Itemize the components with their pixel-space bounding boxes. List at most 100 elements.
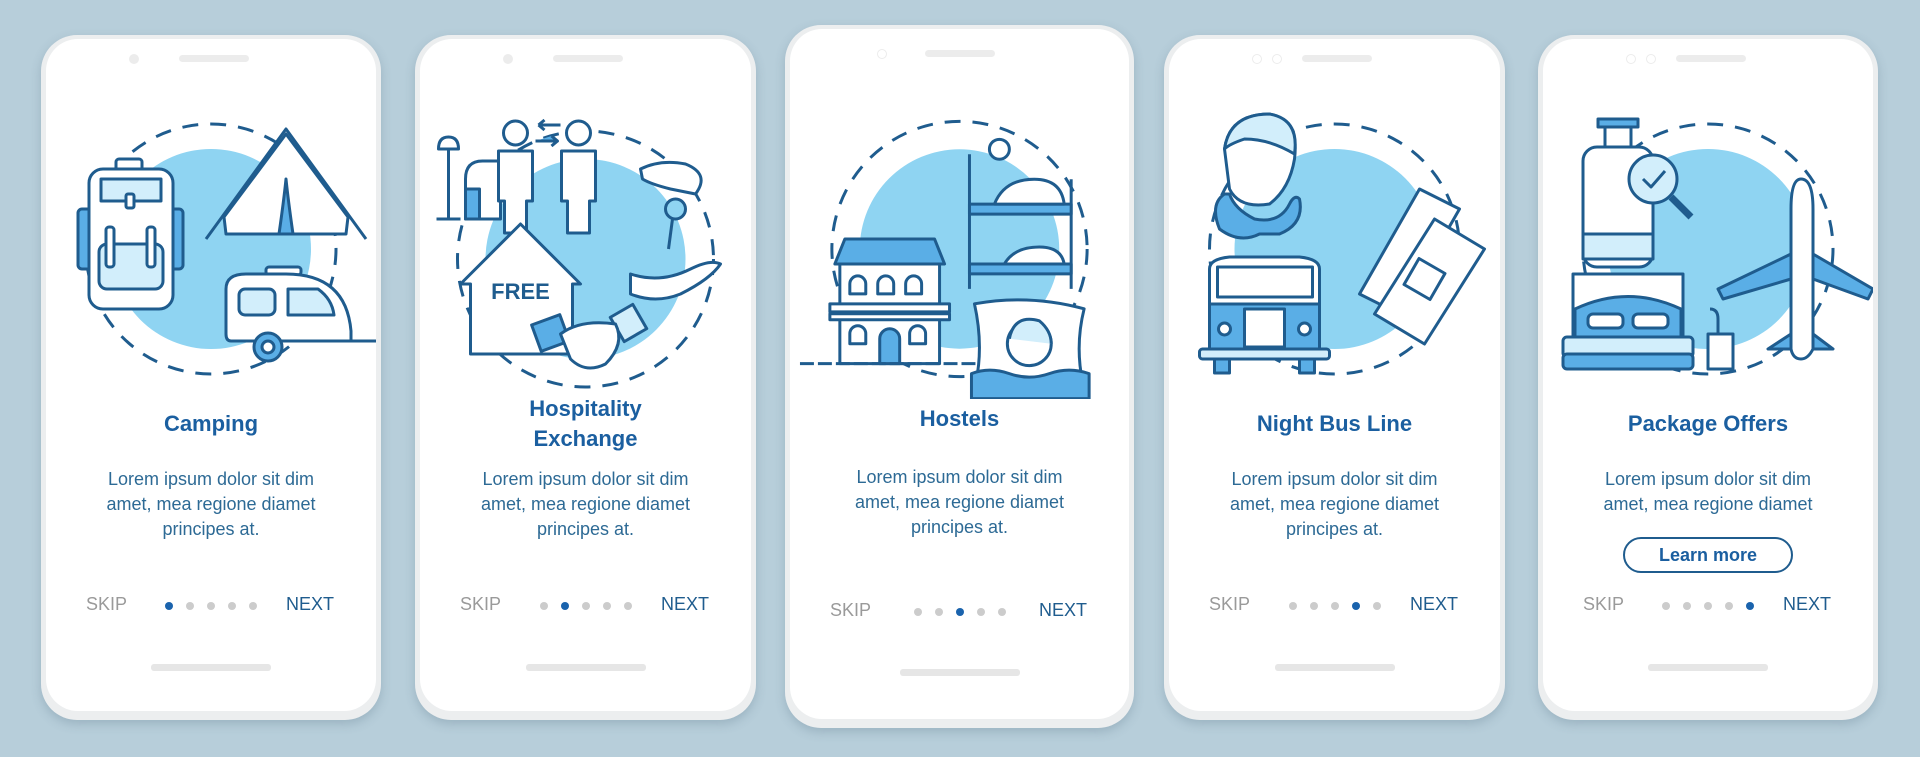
backpack-icon <box>76 157 185 311</box>
page-dot-5[interactable] <box>1746 602 1754 610</box>
page-dot-1[interactable] <box>539 602 548 610</box>
page-dot-2[interactable] <box>1683 602 1691 610</box>
page-dot-5[interactable] <box>249 602 257 610</box>
page-dot-2[interactable] <box>186 602 194 610</box>
hospitality-exchange-illustration: FREE <box>420 109 751 389</box>
screen-title: Hospitality Exchange <box>529 396 642 451</box>
page-dot-3[interactable] <box>1330 602 1339 610</box>
speaker-icon <box>1302 55 1372 62</box>
skip-button[interactable]: SKIP <box>830 600 871 621</box>
page-indicator <box>1662 602 1754 610</box>
hostels-illustration <box>790 99 1129 399</box>
speaker-icon <box>179 55 249 62</box>
screen-description: Lorem ipsum dolor sit dim amet, mea regi… <box>1229 469 1440 539</box>
page-dot-4[interactable] <box>602 602 611 610</box>
phone-screen-hostels: Hostels Lorem ipsum dolor sit dim amet, … <box>785 25 1134 728</box>
page-dot-4[interactable] <box>1725 602 1733 610</box>
home-indicator[interactable] <box>1274 664 1395 671</box>
learn-more-button[interactable]: Learn more <box>1623 537 1793 573</box>
free-label: FREE <box>491 279 550 304</box>
sensor-icon <box>1272 54 1282 64</box>
phone-screen-camping: Camping Lorem ipsum dolor sit dim amet, … <box>41 35 381 720</box>
page-dot-4[interactable] <box>976 608 985 616</box>
phone-screen-night-bus-line: Night Bus Line Lorem ipsum dolor sit dim… <box>1164 35 1505 720</box>
home-indicator[interactable] <box>899 669 1020 676</box>
page-indicator <box>913 608 1006 616</box>
skip-button[interactable]: SKIP <box>1209 594 1250 615</box>
page-dot-1[interactable] <box>913 608 922 616</box>
screen-description: Lorem ipsum dolor sit dim amet, mea regi… <box>106 469 316 539</box>
sleeping-woman-icon <box>969 298 1091 399</box>
next-button[interactable]: NEXT <box>1039 600 1087 621</box>
speaker-icon <box>553 55 623 62</box>
onboarding-nav: SKIP NEXT <box>1169 594 1500 618</box>
page-dot-2[interactable] <box>1309 602 1318 610</box>
page-dot-2[interactable] <box>934 608 943 616</box>
armchair-lamp-icon <box>436 135 502 221</box>
screen-title: Night Bus Line <box>1256 411 1413 436</box>
page-dot-1[interactable] <box>1662 602 1670 610</box>
phone-screen-hospitality-exchange: FREE Hospitality Exchange Lorem ipsum do… <box>415 35 756 720</box>
page-indicator <box>165 602 257 610</box>
page-indicator <box>1288 602 1381 610</box>
page-dot-3[interactable] <box>581 602 590 610</box>
page-dot-1[interactable] <box>165 602 173 610</box>
skip-button[interactable]: SKIP <box>1583 594 1624 615</box>
camera-icon <box>1252 54 1262 64</box>
page-dot-4[interactable] <box>228 602 236 610</box>
phone-notch <box>1169 54 1500 64</box>
next-button[interactable]: NEXT <box>661 594 709 615</box>
bus-icon <box>1198 255 1331 375</box>
phone-notch <box>420 54 751 64</box>
speaker-icon <box>1676 55 1746 62</box>
camper-trailer-icon <box>224 265 376 363</box>
night-bus-line-illustration <box>1169 109 1500 379</box>
home-indicator[interactable] <box>1648 664 1768 671</box>
sensor-icon <box>1646 54 1656 64</box>
speaker-icon <box>925 50 995 57</box>
screen: Hostels Lorem ipsum dolor sit dim amet, … <box>790 29 1129 719</box>
camera-icon <box>877 49 887 59</box>
page-dot-4[interactable] <box>1351 602 1360 610</box>
camping-illustration <box>46 109 376 379</box>
screen-description: Lorem ipsum dolor sit dim amet, mea regi… <box>1603 469 1813 514</box>
screen-title: Camping <box>163 411 259 436</box>
home-indicator[interactable] <box>151 664 271 671</box>
package-offers-illustration <box>1543 109 1873 379</box>
page-dot-5[interactable] <box>997 608 1006 616</box>
page-dot-5[interactable] <box>1372 602 1381 610</box>
phone-notch <box>46 54 376 64</box>
onboarding-nav: SKIP NEXT <box>1543 594 1873 618</box>
phone-notch <box>1543 54 1873 64</box>
page-dot-5[interactable] <box>623 602 632 610</box>
sleeping-man-neck-pillow-icon <box>1214 112 1302 240</box>
onboarding-nav: SKIP NEXT <box>46 594 376 618</box>
screen: Package Offers Lorem ipsum dolor sit dim… <box>1543 39 1873 711</box>
camera-icon <box>503 54 513 64</box>
home-indicator[interactable] <box>525 664 646 671</box>
page-dot-3[interactable] <box>955 608 964 616</box>
next-button[interactable]: NEXT <box>1783 594 1831 615</box>
camera-icon <box>1626 54 1636 64</box>
page-dot-1[interactable] <box>1288 602 1297 610</box>
next-button[interactable]: NEXT <box>1410 594 1458 615</box>
screen-title: Package Offers <box>1627 411 1789 436</box>
screen-title: Hostels <box>919 406 1000 431</box>
screen-description: Lorem ipsum dolor sit dim amet, mea regi… <box>480 469 691 539</box>
phone-screen-package-offers: Package Offers Lorem ipsum dolor sit dim… <box>1538 35 1878 720</box>
onboarding-nav: SKIP NEXT <box>420 594 751 618</box>
skip-button[interactable]: SKIP <box>460 594 501 615</box>
screen: Camping Lorem ipsum dolor sit dim amet, … <box>46 39 376 711</box>
phone-notch <box>790 49 1129 59</box>
page-indicator <box>539 602 632 610</box>
page-dot-3[interactable] <box>207 602 215 610</box>
next-button[interactable]: NEXT <box>286 594 334 615</box>
screen: Night Bus Line Lorem ipsum dolor sit dim… <box>1169 39 1500 711</box>
page-dot-3[interactable] <box>1704 602 1712 610</box>
screen-description: Lorem ipsum dolor sit dim amet, mea regi… <box>854 467 1065 537</box>
page-dot-2[interactable] <box>560 602 569 610</box>
screen: FREE Hospitality Exchange Lorem ipsum do… <box>420 39 751 711</box>
skip-button[interactable]: SKIP <box>86 594 127 615</box>
onboarding-nav: SKIP NEXT <box>790 600 1129 624</box>
camera-icon <box>129 54 139 64</box>
